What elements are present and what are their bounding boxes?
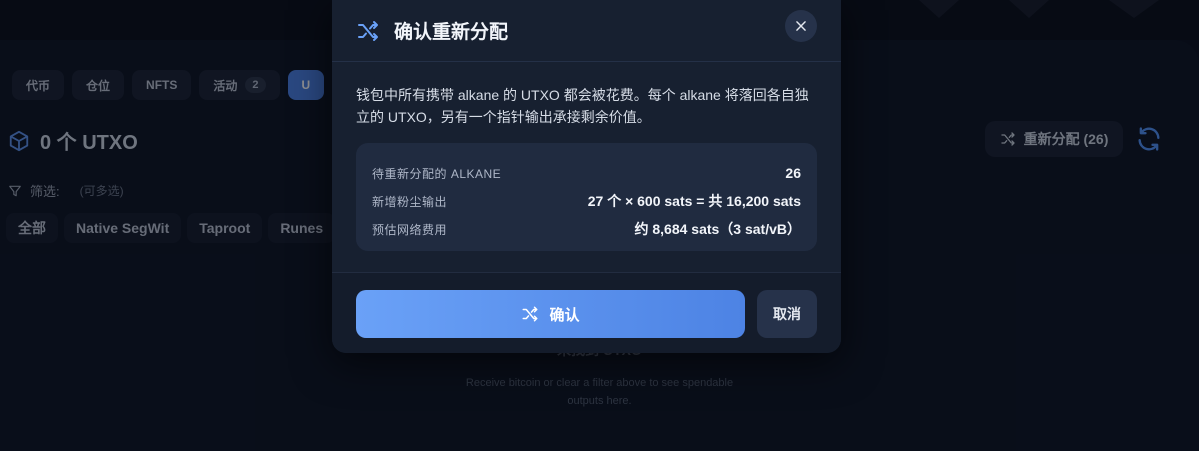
close-icon	[796, 21, 806, 31]
shuffle-icon	[522, 306, 538, 322]
summary-label: 待重新分配的 ALKANE	[372, 166, 502, 181]
modal-header: 确认重新分配	[332, 0, 841, 62]
summary-row: 预估网络费用 约 8,684 sats（3 sat/vB）	[372, 215, 801, 243]
summary-label: 预估网络费用	[372, 222, 448, 237]
cancel-button[interactable]: 取消	[757, 290, 817, 338]
modal-description: 钱包中所有携带 alkane 的 UTXO 都会被花费。每个 alkane 将落…	[356, 87, 809, 125]
summary-box: 待重新分配的 ALKANE 26 新增粉尘输出 27 个 × 600 sats …	[356, 143, 817, 251]
summary-label: 新增粉尘输出	[372, 194, 448, 209]
summary-row: 待重新分配的 ALKANE 26	[372, 159, 801, 187]
confirm-redistribute-modal: 确认重新分配 钱包中所有携带 alkane 的 UTXO 都会被花费。每个 al…	[332, 0, 841, 353]
summary-value: 26	[785, 165, 801, 181]
summary-row: 新增粉尘输出 27 个 × 600 sats = 共 16,200 sats	[372, 187, 801, 215]
modal-body: 钱包中所有携带 alkane 的 UTXO 都会被花费。每个 alkane 将落…	[332, 62, 841, 251]
confirm-label: 确认	[549, 306, 580, 324]
summary-value: 27 个 × 600 sats = 共 16,200 sats	[587, 193, 801, 209]
confirm-button[interactable]: 确认	[356, 290, 745, 338]
modal-footer: 确认 取消	[332, 272, 841, 353]
modal-title: 确认重新分配	[394, 22, 509, 43]
close-button[interactable]	[785, 10, 817, 42]
shuffle-icon	[358, 20, 378, 41]
summary-value: 约 8,684 sats（3 sat/vB）	[634, 221, 801, 237]
